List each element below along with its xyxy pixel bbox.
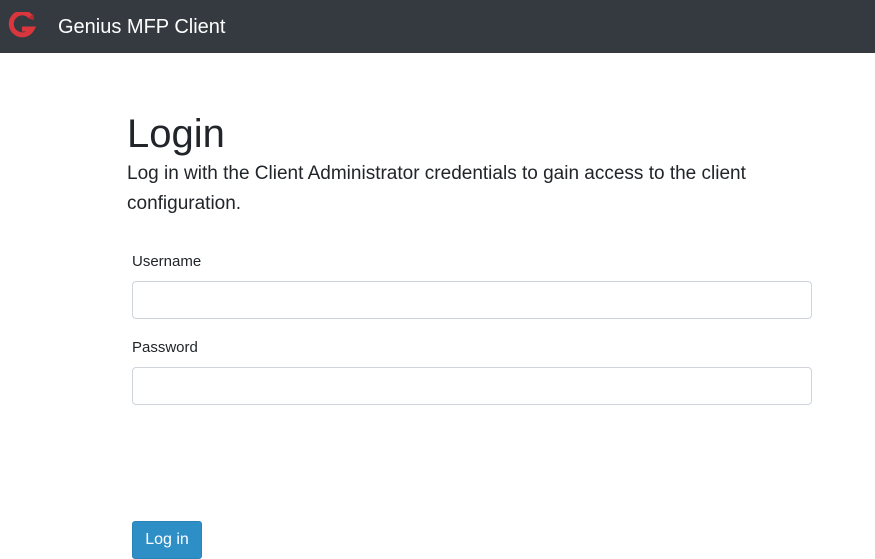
login-button[interactable]: Log in	[132, 521, 202, 559]
username-input[interactable]	[132, 281, 812, 319]
password-input[interactable]	[132, 367, 812, 405]
login-description: Log in with the Client Administrator cre…	[127, 163, 746, 214]
username-label: Username	[132, 253, 202, 270]
brand-title[interactable]: Genius MFP Client	[58, 14, 225, 40]
password-label: Password	[132, 339, 198, 356]
genius-logo-icon[interactable]	[6, 10, 38, 40]
top-navbar: Genius MFP Client	[0, 0, 875, 53]
page-title: Login	[127, 112, 225, 156]
